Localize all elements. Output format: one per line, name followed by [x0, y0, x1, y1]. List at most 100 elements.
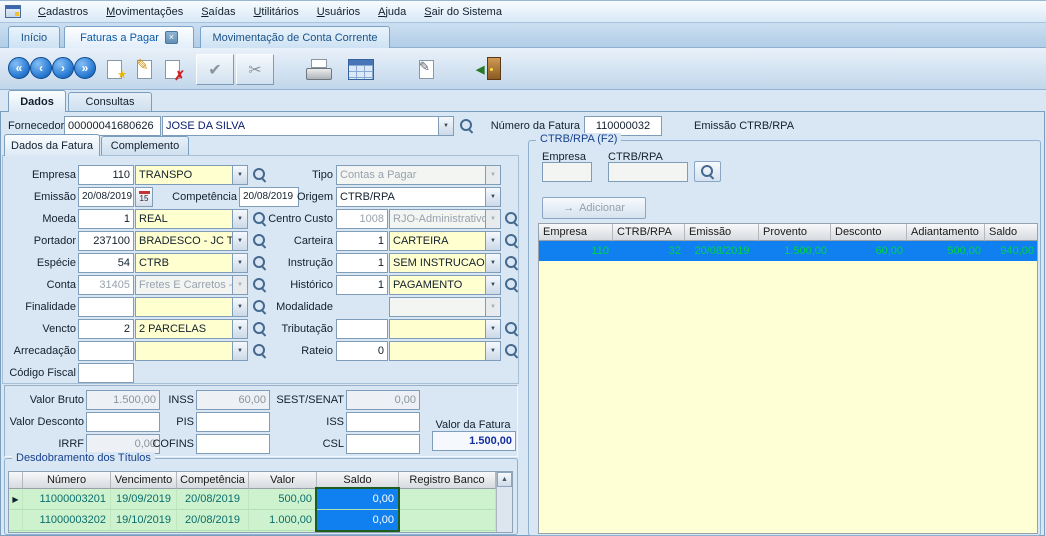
ctrb-row-saldo[interactable]: 940,00	[985, 241, 1038, 261]
empresa-code-input[interactable]: 110	[78, 165, 134, 185]
rateio-search-icon[interactable]	[504, 343, 519, 358]
pis-input[interactable]	[196, 412, 270, 432]
tab-complemento[interactable]: Complemento	[101, 136, 189, 155]
rateio-select[interactable]	[389, 341, 501, 361]
col-vencimento-header[interactable]: Vencimento	[111, 472, 177, 489]
carteira-code-input[interactable]: 1	[336, 231, 388, 251]
last-record-button[interactable]: »	[74, 57, 96, 79]
moeda-select[interactable]: REAL	[135, 209, 248, 229]
tributacao-code-input[interactable]	[336, 319, 388, 339]
col-numero-header[interactable]: Número	[23, 472, 111, 489]
arrecadacao-code-input[interactable]	[78, 341, 134, 361]
menu-movimentacoes[interactable]: Movimentações	[97, 3, 192, 21]
col-registro-banco-header[interactable]: Registro Banco	[399, 472, 496, 489]
confirm-button[interactable]: ✔	[196, 54, 234, 85]
emissao-input[interactable]: 20/08/2019	[78, 187, 134, 207]
valor-desconto-input[interactable]	[86, 412, 160, 432]
instrucao-select[interactable]: SEM INSTRUCAO	[389, 253, 501, 273]
dropdown-arrow-icon[interactable]	[485, 276, 500, 294]
vertical-scrollbar[interactable]: ▲	[496, 472, 512, 532]
centro-custo-select[interactable]: RJO-Administrativo	[389, 209, 501, 229]
menu-cadastros[interactable]: Cadastros	[29, 3, 97, 21]
especie-select[interactable]: CTRB	[135, 253, 248, 273]
grid-view-button[interactable]	[348, 59, 374, 80]
portador-select[interactable]: BRADESCO - JC TH	[135, 231, 248, 251]
scroll-up-button[interactable]: ▲	[497, 472, 512, 487]
historico-code-input[interactable]: 1	[336, 275, 388, 295]
exit-button[interactable]: ◀	[476, 56, 506, 82]
titulo-numero[interactable]: 11000003202	[23, 510, 111, 531]
prior-record-button[interactable]: ‹	[30, 57, 52, 79]
notes-button[interactable]: ✎	[412, 55, 440, 83]
tab-faturas-a-pagar[interactable]: Faturas a Pagar ×	[64, 26, 194, 48]
conta-select[interactable]: Fretes E Carretos -	[135, 275, 248, 295]
col-ctrb-rpa-header[interactable]: CTRB/RPA	[613, 224, 685, 241]
col-valor-header[interactable]: Valor	[249, 472, 317, 489]
new-record-button[interactable]: ★	[100, 55, 128, 83]
finalidade-code-input[interactable]	[78, 297, 134, 317]
finalidade-select[interactable]	[135, 297, 248, 317]
fornecedor-code-input[interactable]: 00000041680626	[64, 116, 161, 136]
ctrb-row-ctrb[interactable]: 32	[613, 241, 685, 261]
dropdown-arrow-icon[interactable]	[485, 342, 500, 360]
dropdown-arrow-icon[interactable]	[232, 320, 247, 338]
arrecadacao-select[interactable]	[135, 341, 248, 361]
ctrb-row-emissao[interactable]: 20/08/2019	[685, 241, 759, 261]
historico-select[interactable]: PAGAMENTO	[389, 275, 501, 295]
csl-input[interactable]	[346, 434, 420, 454]
ctrb-rpa-input[interactable]	[608, 162, 688, 182]
empresa-select[interactable]: TRANSPO	[135, 165, 248, 185]
col-desconto-header[interactable]: Desconto	[831, 224, 907, 241]
tipo-select[interactable]: Contas a Pagar	[336, 165, 501, 185]
menu-ajuda[interactable]: Ajuda	[369, 3, 415, 21]
tab-movimentacao-conta-corrente[interactable]: Movimentação de Conta Corrente	[200, 26, 390, 48]
menu-saidas[interactable]: Saídas	[192, 3, 244, 21]
titulo-numero[interactable]: 11000003201	[23, 489, 111, 510]
iss-input[interactable]	[346, 412, 420, 432]
tributacao-search-icon[interactable]	[504, 321, 519, 336]
origem-select[interactable]: CTRB/RPA	[336, 187, 501, 207]
ctrb-search-button[interactable]	[694, 161, 721, 182]
col-empresa-header[interactable]: Empresa	[539, 224, 613, 241]
dropdown-arrow-icon[interactable]	[485, 320, 500, 338]
titulo-valor[interactable]: 1.000,00	[249, 510, 317, 531]
instrucao-code-input[interactable]: 1	[336, 253, 388, 273]
instrucao-search-icon[interactable]	[504, 255, 519, 270]
tributacao-select[interactable]	[389, 319, 501, 339]
ctrb-grid[interactable]: Empresa CTRB/RPA Emissão Provento Descon…	[538, 223, 1038, 534]
dropdown-arrow-icon[interactable]	[232, 232, 247, 250]
moeda-code-input[interactable]: 1	[78, 209, 134, 229]
tab-dados[interactable]: Dados	[8, 90, 66, 112]
titulo-registro-banco[interactable]	[399, 489, 496, 510]
dropdown-arrow-icon[interactable]	[232, 166, 247, 184]
dropdown-arrow-icon[interactable]	[485, 254, 500, 272]
ctrb-row-provento[interactable]: 1.500,00	[759, 241, 831, 261]
first-record-button[interactable]: «	[8, 57, 30, 79]
menu-usuarios[interactable]: Usuários	[308, 3, 369, 21]
vencto-code-input[interactable]: 2	[78, 319, 134, 339]
col-saldo-header[interactable]: Saldo	[317, 472, 399, 489]
titulo-competencia[interactable]: 20/08/2019	[177, 489, 249, 510]
adicionar-button[interactable]: → Adicionar	[542, 197, 646, 219]
conta-code-input[interactable]: 31405	[78, 275, 134, 295]
tab-close-icon[interactable]: ×	[165, 31, 178, 44]
centro-custo-code-input[interactable]: 1008	[336, 209, 388, 229]
titulo-registro-banco[interactable]	[399, 510, 496, 531]
tab-dados-da-fatura[interactable]: Dados da Fatura	[4, 134, 100, 156]
dropdown-arrow-icon[interactable]	[438, 117, 453, 135]
titulo-saldo-selected[interactable]: 0,00	[317, 510, 399, 531]
calendar-button[interactable]: 15	[135, 187, 153, 207]
cancel-button[interactable]: ✂	[236, 54, 274, 85]
tab-consultas[interactable]: Consultas	[68, 92, 152, 111]
titulo-competencia[interactable]: 20/08/2019	[177, 510, 249, 531]
ctrb-empresa-input[interactable]	[542, 162, 592, 182]
col-provento-header[interactable]: Provento	[759, 224, 831, 241]
menu-sair-do-sistema[interactable]: Sair do Sistema	[415, 3, 511, 21]
titulo-valor[interactable]: 500,00	[249, 489, 317, 510]
dropdown-arrow-icon[interactable]	[232, 254, 247, 272]
ctrb-row-empresa[interactable]: 110	[539, 241, 613, 261]
especie-code-input[interactable]: 54	[78, 253, 134, 273]
vencto-select[interactable]: 2 PARCELAS	[135, 319, 248, 339]
ctrb-row-adiantamento[interactable]: 500,00	[907, 241, 985, 261]
ctrb-row-desconto[interactable]: 60,00	[831, 241, 907, 261]
